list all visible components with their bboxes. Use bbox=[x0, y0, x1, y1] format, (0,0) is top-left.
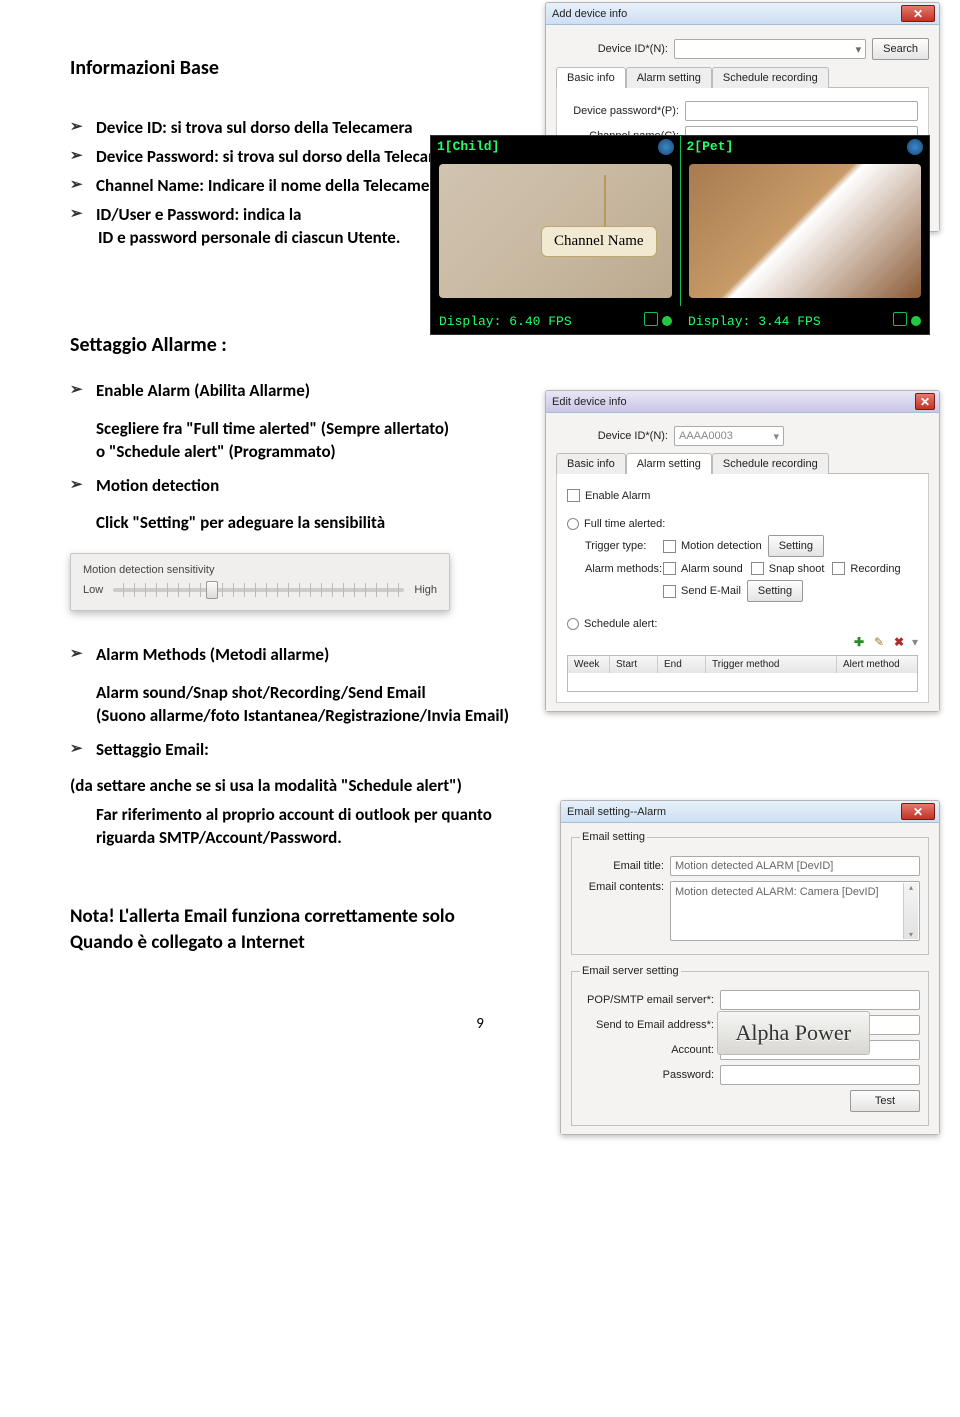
titlebar-email-setting: Email setting--Alarm ✕ bbox=[561, 801, 939, 823]
record-dot-icon[interactable] bbox=[662, 316, 672, 326]
search-button[interactable]: Search bbox=[872, 38, 929, 60]
device-id-label: Device ID*(N): bbox=[556, 43, 674, 55]
smtp-server-label: POP/SMTP email server*: bbox=[580, 994, 720, 1006]
bullet-device-password: Device Password: si trova sul dorso dell… bbox=[70, 143, 490, 172]
schedule-table: Week Start End Trigger method Alert meth… bbox=[567, 655, 918, 692]
smtp-server-field[interactable] bbox=[720, 990, 920, 1010]
panel-camera-monitor: 1[Child] 2[Pet] Channel Name Display: 6.… bbox=[430, 135, 930, 335]
cam2-video-placeholder bbox=[689, 164, 922, 298]
group-email-server: Email server setting bbox=[580, 965, 681, 977]
alarm-methods-label: Alarm methods: bbox=[585, 563, 663, 575]
globe-icon bbox=[658, 139, 674, 155]
motion-detection-label: Motion detection bbox=[681, 540, 762, 552]
checkbox-recording[interactable] bbox=[832, 562, 845, 575]
note-schedule-alert: (da settare anche se si usa la modalità … bbox=[70, 775, 600, 798]
bullet-id-user-password: ID/User e Password: indica la ID e passw… bbox=[70, 201, 490, 253]
test-button[interactable]: Test bbox=[850, 1090, 920, 1112]
title-text: Edit device info bbox=[552, 396, 627, 408]
bullet-enable-alarm: Enable Alarm (Abilita Allarme) bbox=[70, 377, 490, 406]
panel-motion-sensitivity: Motion detection sensitivity Low High bbox=[70, 553, 450, 611]
fps-1: Display: 6.40 FPS bbox=[439, 314, 572, 329]
bullet-motion-detection: Motion detection bbox=[70, 472, 490, 501]
bullet-alarm-methods: Alarm Methods (Metodi allarme) bbox=[70, 641, 610, 670]
titlebar-edit-device: Edit device info ✕ bbox=[546, 391, 939, 413]
panel-email-setting: Email setting--Alarm ✕ Email setting Ema… bbox=[560, 800, 940, 1135]
group-email-setting: Email setting bbox=[580, 831, 647, 843]
bullet-device-id: Device ID: si trova sul dorso della Tele… bbox=[70, 114, 490, 143]
checkbox-alarm-sound[interactable] bbox=[663, 562, 676, 575]
radio-full-time-alerted[interactable] bbox=[567, 518, 579, 530]
full-time-label: Full time alerted: bbox=[584, 518, 665, 530]
account-label: Account: bbox=[580, 1044, 720, 1056]
email-contents-label: Email contents: bbox=[580, 881, 670, 893]
col-trigger-method: Trigger method bbox=[706, 656, 837, 673]
col-start: Start bbox=[610, 656, 658, 673]
delete-icon[interactable]: ✖ bbox=[892, 635, 906, 649]
tab-schedule-recording[interactable]: Schedule recording bbox=[712, 453, 829, 474]
camera-feed-1: 1[Child] bbox=[431, 136, 681, 306]
sub-full-time-alerted: Scegliere fra "Full time alerted" (Sempr… bbox=[70, 416, 500, 472]
password-field[interactable] bbox=[720, 1065, 920, 1085]
scroll-up-icon[interactable]: ▴ bbox=[909, 883, 913, 892]
close-icon[interactable]: ✕ bbox=[901, 5, 935, 22]
sensitivity-title: Motion detection sensitivity bbox=[83, 564, 437, 576]
sub-outlook-ref: Far riferimento al proprio account di ou… bbox=[70, 802, 610, 858]
sensitivity-high-label: High bbox=[414, 584, 437, 596]
tab-schedule-recording[interactable]: Schedule recording bbox=[712, 67, 829, 88]
sensitivity-low-label: Low bbox=[83, 584, 103, 596]
snapshot-icon[interactable] bbox=[893, 312, 907, 326]
col-alert-method: Alert method bbox=[837, 656, 917, 673]
setting-button[interactable]: Setting bbox=[768, 535, 824, 557]
cam1-label: 1[Child] bbox=[437, 139, 499, 154]
checkbox-snap-shoot[interactable] bbox=[751, 562, 764, 575]
bullet-settaggio-email: Settaggio Email: bbox=[70, 736, 610, 765]
device-id-dropdown[interactable]: ▾ bbox=[674, 39, 866, 59]
send-to-label: Send to Email address*: bbox=[580, 1019, 720, 1031]
tab-alarm-setting[interactable]: Alarm setting bbox=[626, 67, 712, 88]
globe-icon bbox=[907, 139, 923, 155]
enable-alarm-label: Enable Alarm bbox=[585, 490, 650, 502]
bullet-channel-name: Channel Name: Indicare il nome della Tel… bbox=[70, 172, 490, 201]
fps-2: Display: 3.44 FPS bbox=[688, 314, 821, 329]
email-contents-field[interactable]: Motion detected ALARM: Camera [DevID] ▴ … bbox=[670, 881, 920, 941]
title-text: Add device info bbox=[552, 8, 627, 20]
callout-channel-name: Channel Name bbox=[541, 226, 657, 257]
tab-basic-info[interactable]: Basic info bbox=[556, 67, 626, 88]
scroll-down-icon[interactable]: ▾ bbox=[909, 930, 913, 939]
device-password-label: Device password*(P): bbox=[567, 105, 685, 117]
checkbox-enable-alarm[interactable] bbox=[567, 489, 580, 502]
nota-block: Nota! L'allerta Email funziona correttam… bbox=[70, 904, 530, 955]
sub-click-setting: Click "Setting" per adeguare la sensibil… bbox=[70, 510, 500, 543]
snapshot-icon[interactable] bbox=[644, 312, 658, 326]
tab-alarm-setting[interactable]: Alarm setting bbox=[626, 453, 712, 474]
setting-button[interactable]: Setting bbox=[747, 580, 803, 602]
schedule-alert-label: Schedule alert: bbox=[584, 618, 657, 630]
heading-settaggio-allarme: Settaggio Allarme : bbox=[70, 333, 890, 357]
email-title-field[interactable]: Motion detected ALARM [DevID] bbox=[670, 856, 920, 876]
radio-schedule-alert[interactable] bbox=[567, 618, 579, 630]
checkbox-motion-detection[interactable] bbox=[663, 540, 676, 553]
password-label: Password: bbox=[580, 1069, 720, 1081]
close-icon[interactable]: ✕ bbox=[901, 803, 935, 820]
checkbox-send-email[interactable] bbox=[663, 585, 676, 598]
col-end: End bbox=[658, 656, 706, 673]
brand-badge: Alpha Power bbox=[717, 1011, 870, 1055]
device-id-dropdown[interactable]: AAAA0003 ▾ bbox=[674, 426, 784, 446]
email-title-label: Email title: bbox=[580, 860, 670, 872]
sub-alarm-methods: Alarm sound/Snap shot/Recording/Send Ema… bbox=[70, 680, 610, 736]
record-dot-icon[interactable] bbox=[911, 316, 921, 326]
title-text: Email setting--Alarm bbox=[567, 806, 666, 818]
titlebar-add-device: Add device info ✕ bbox=[546, 3, 939, 25]
trigger-type-label: Trigger type: bbox=[585, 540, 663, 552]
cam2-label: 2[Pet] bbox=[687, 139, 734, 154]
tab-basic-info[interactable]: Basic info bbox=[556, 453, 626, 474]
sensitivity-slider[interactable] bbox=[113, 588, 404, 592]
device-password-field[interactable] bbox=[685, 101, 918, 121]
camera-feed-2: 2[Pet] bbox=[681, 136, 930, 306]
device-id-label: Device ID*(N): bbox=[556, 430, 674, 442]
close-icon[interactable]: ✕ bbox=[915, 393, 935, 410]
edit-icon[interactable]: ✎ bbox=[872, 635, 886, 649]
slider-thumb[interactable] bbox=[206, 581, 218, 599]
add-icon[interactable]: ✚ bbox=[852, 635, 866, 649]
